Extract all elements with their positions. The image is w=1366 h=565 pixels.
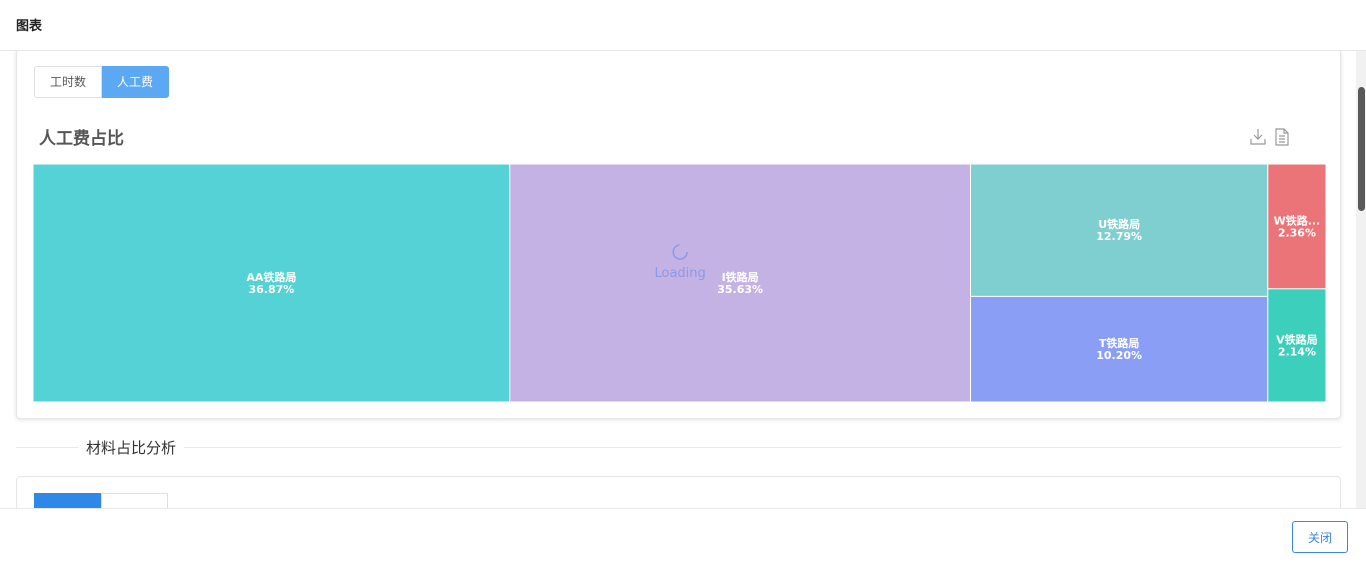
material-tab-1[interactable] [34,493,101,508]
dialog-header: 图表 [0,0,1366,51]
chart-toolbox [1250,128,1290,146]
close-button[interactable]: 关闭 [1292,521,1348,553]
treemap-node-percent: 12.79% [1096,230,1142,243]
treemap-node-name: V铁路局 [1276,332,1318,346]
treemap-node-name: W铁路... [1274,213,1321,227]
treemap-node-name: U铁路局 [1098,217,1140,231]
material-card [16,476,1341,508]
vertical-scrollbar[interactable] [1356,51,1366,508]
treemap-node-percent: 36.87% [248,283,294,296]
tab-labor-cost[interactable]: 人工费 [102,66,170,98]
document-icon[interactable] [1274,128,1290,146]
labor-cost-card: 工时数 人工费 人工费占比 AA铁路局 36.87% I铁路局 35.63% U铁路局 1… [16,51,1341,419]
download-icon[interactable] [1250,128,1266,146]
loading-text: Loading [654,266,705,281]
treemap-node-name: AA铁路局 [246,270,296,284]
treemap-node-percent: 2.36% [1278,226,1316,239]
material-tab-2[interactable] [101,493,168,508]
treemap-node-percent: 10.20% [1096,349,1142,362]
dialog-body: 工时数 人工费 人工费占比 AA铁路局 36.87% I铁路局 35.63% U铁路局 1… [0,51,1356,508]
chart-title: 人工费占比 [39,129,124,149]
labor-tab-group: 工时数 人工费 [34,66,170,98]
treemap-node-name: I铁路局 [722,270,759,284]
dialog-title: 图表 [16,19,43,34]
material-section-title: 材料占比分析 [78,437,185,458]
treemap-node-percent: 35.63% [717,283,763,296]
labor-cost-treemap: AA铁路局36.87% I铁路局35.63% U铁路局12.79% T铁路局10.20… [33,164,1326,402]
dialog-footer: 关闭 [0,508,1366,565]
treemap-node-percent: 2.14% [1278,345,1316,358]
material-tab-group [34,493,168,508]
tab-work-hours[interactable]: 工时数 [34,66,103,98]
section-divider [16,447,1341,448]
scrollbar-thumb[interactable] [1358,87,1365,211]
treemap-node-name: T铁路局 [1099,336,1140,350]
